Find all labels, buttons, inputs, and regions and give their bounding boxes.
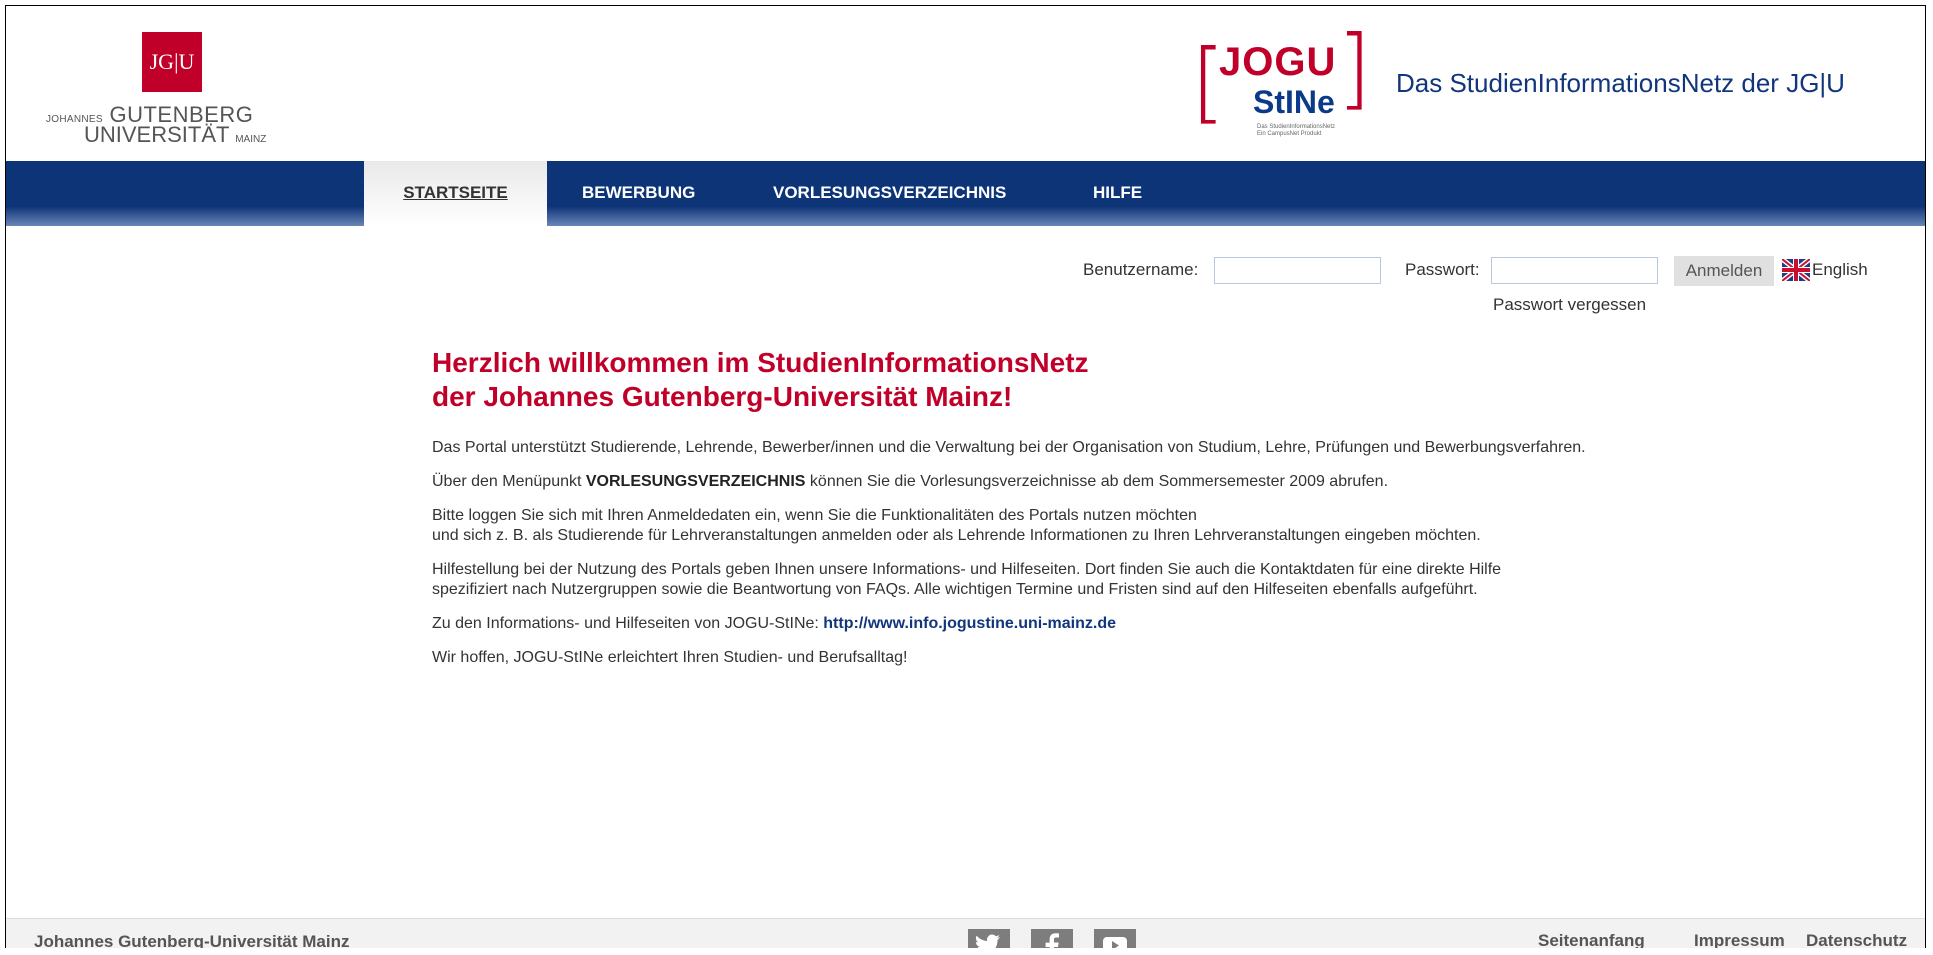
help-paragraph: Hilfestellung bei der Nutzung des Portal… xyxy=(432,560,1702,600)
welcome-heading: Herzlich willkommen im StudienInformatio… xyxy=(432,346,1702,414)
username-input[interactable] xyxy=(1214,257,1381,284)
site-title: Das StudienInformationsNetz der JG|U xyxy=(1396,68,1845,98)
logo-universitaet: UNIVERSITÄT xyxy=(84,122,230,147)
username-label: Benutzername: xyxy=(1083,260,1199,279)
footer-link-top[interactable]: Seitenanfang xyxy=(1538,931,1645,948)
para3-line-1: Bitte loggen Sie sich mit Ihren Anmelded… xyxy=(432,507,1197,524)
password-input[interactable] xyxy=(1491,257,1658,284)
info-site-link[interactable]: http://www.info.jogustine.uni-mainz.de xyxy=(823,615,1116,632)
login-hint-paragraph: Bitte loggen Sie sich mit Ihren Anmelded… xyxy=(432,506,1702,546)
para3-line-2: und sich z. B. als Studierende für Lehrv… xyxy=(432,527,1481,544)
welcome-line-1: Herzlich willkommen im StudienInformatio… xyxy=(432,347,1089,378)
footer: Johannes Gutenberg-Universität Mainz Sei… xyxy=(6,918,1925,948)
nav-vorlesungsverzeichnis[interactable]: VORLESUNGSVERZEICHNIS xyxy=(773,161,1006,226)
english-language-link[interactable]: English xyxy=(1812,256,1868,284)
jgu-mark: JG|U xyxy=(142,32,202,92)
university-logo[interactable]: JG|U JOHANNES GUTENBERG UNIVERSITÄT MAIN… xyxy=(46,32,276,147)
help-link-paragraph: Zu den Informations- und Hilfeseiten von… xyxy=(432,614,1702,634)
para2-text-post: können Sie die Vorlesungsverzeichnisse a… xyxy=(805,473,1389,490)
nav-startseite[interactable]: STARTSEITE xyxy=(364,161,547,226)
main-navigation: STARTSEITE BEWERBUNG VORLESUNGSVERZEICHN… xyxy=(6,161,1925,226)
password-label: Passwort: xyxy=(1405,260,1480,279)
main-content: Herzlich willkommen im StudienInformatio… xyxy=(432,346,1702,682)
logo-subtitle-2: Ein CampusNet Produkt xyxy=(1257,130,1322,137)
para4-line-1: Hilfestellung bei der Nutzung des Portal… xyxy=(432,561,1502,578)
login-button[interactable]: Anmelden xyxy=(1674,256,1774,286)
facebook-icon[interactable] xyxy=(1031,929,1073,948)
intro-paragraph: Das Portal unterstützt Studierende, Lehr… xyxy=(432,439,1586,456)
welcome-line-2: der Johannes Gutenberg-Universität Mainz… xyxy=(432,381,1013,412)
logo-jogu: JOGU xyxy=(1219,40,1337,84)
university-logo-line2: UNIVERSITÄT MAINZ xyxy=(84,122,266,148)
header: JG|U JOHANNES GUTENBERG UNIVERSITÄT MAIN… xyxy=(6,6,1925,161)
twitter-icon[interactable] xyxy=(968,929,1010,948)
page-frame: JG|U JOHANNES GUTENBERG UNIVERSITÄT MAIN… xyxy=(5,5,1926,948)
logo-mainz: MAINZ xyxy=(235,134,267,145)
footer-university-name: Johannes Gutenberg-Universität Mainz xyxy=(34,932,350,948)
uk-flag-icon[interactable] xyxy=(1782,259,1810,281)
logo-stine: StINe xyxy=(1253,84,1335,120)
course-catalog-paragraph: Über den Menüpunkt VORLESUNGSVERZEICHNIS… xyxy=(432,472,1702,492)
para4-line-2: spezifiziert nach Nutzergruppen sowie di… xyxy=(432,581,1478,598)
footer-link-privacy[interactable]: Datenschutz xyxy=(1806,931,1907,948)
footer-link-impressum[interactable]: Impressum xyxy=(1694,931,1785,948)
nav-hilfe[interactable]: HILFE xyxy=(1093,161,1142,226)
para2-text-pre: Über den Menüpunkt xyxy=(432,473,586,490)
jogu-stine-logo[interactable]: [ JOGU ] StINe Das StudienInformationsNe… xyxy=(1191,20,1371,140)
para5-text: Zu den Informations- und Hilfeseiten von… xyxy=(432,615,824,632)
para2-bold: VORLESUNGSVERZEICHNIS xyxy=(585,473,806,490)
youtube-icon[interactable] xyxy=(1094,929,1136,948)
logo-subtitle-1: Das StudienInformationsNetz xyxy=(1257,124,1336,130)
bracket-right: ] xyxy=(1337,16,1372,119)
forgot-password-link[interactable]: Passwort vergessen xyxy=(1493,295,1646,315)
nav-bewerbung[interactable]: BEWERBUNG xyxy=(582,161,695,226)
logo-subtitle: Das StudienInformationsNetz Ein CampusNe… xyxy=(1257,124,1335,137)
closing-paragraph: Wir hoffen, JOGU-StINe erleichtert Ihren… xyxy=(432,649,908,666)
